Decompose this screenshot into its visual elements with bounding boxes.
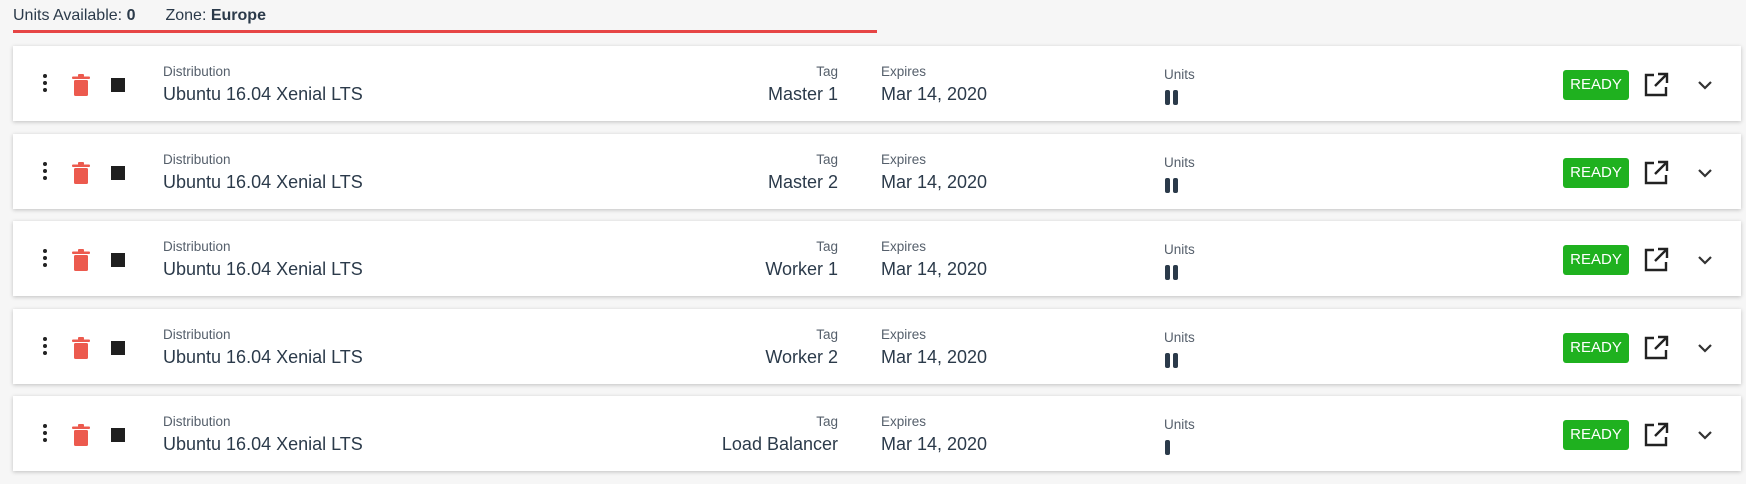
units-indicator: [1165, 440, 1170, 455]
units-available-value: 0: [126, 7, 136, 24]
expires-value: Mar 14, 2020: [881, 171, 988, 192]
distribution-label: Distribution: [163, 414, 231, 429]
tag-value: Master 1: [767, 84, 838, 104]
tag-label: Tag: [816, 414, 838, 429]
zone-value: Europe: [210, 7, 266, 24]
expires-value: Mar 14, 2020: [881, 434, 988, 454]
expires-value: Mar 14, 2020: [881, 259, 988, 279]
units-indicator: [1165, 352, 1178, 368]
tag-value: Load Balancer: [721, 434, 838, 454]
units-indicator: [1165, 90, 1178, 105]
status-badge[interactable]: READY: [1563, 245, 1629, 275]
units-indicator: [1165, 265, 1178, 280]
unit-bar: [1165, 265, 1170, 280]
tag-label: Tag: [816, 239, 838, 254]
units-indicator: [1165, 177, 1178, 193]
kebab-menu-icon[interactable]: [40, 336, 50, 359]
tag-value: Master 2: [767, 171, 838, 192]
units-label: Units: [1164, 67, 1195, 82]
external-link-icon[interactable]: [1643, 247, 1669, 273]
expires-label: Expires: [881, 414, 927, 429]
expires-label: Expires: [881, 151, 927, 167]
expires-label: Expires: [881, 239, 927, 254]
external-link-icon[interactable]: [1643, 335, 1669, 361]
units-label: Units: [1164, 329, 1195, 345]
distribution-value: Ubuntu 16.04 Xenial LTS: [163, 259, 363, 279]
kebab-menu-icon[interactable]: [40, 424, 50, 446]
distribution-label: Distribution: [163, 151, 231, 167]
units-label: Units: [1164, 417, 1195, 432]
instance-row: Distribution Ubuntu 16.04 Xenial LTS Tag…: [13, 396, 1741, 471]
distribution-value: Ubuntu 16.04 Xenial LTS: [163, 84, 363, 104]
chevron-down-icon[interactable]: [1696, 341, 1714, 355]
expires-value: Mar 14, 2020: [881, 84, 988, 104]
zone: Zone: Europe: [165, 7, 266, 25]
kebab-menu-icon[interactable]: [40, 161, 50, 184]
chevron-down-icon[interactable]: [1696, 428, 1714, 442]
distribution-label: Distribution: [163, 64, 231, 79]
distribution-label: Distribution: [163, 326, 231, 342]
trash-icon[interactable]: [70, 248, 92, 272]
unit-bar: [1173, 177, 1178, 193]
stop-icon[interactable]: [111, 428, 125, 442]
unit-bar: [1173, 265, 1178, 280]
tag-label: Tag: [816, 326, 838, 342]
stop-icon[interactable]: [111, 165, 125, 180]
chevron-down-icon[interactable]: [1696, 78, 1714, 92]
units-label: Units: [1164, 242, 1195, 257]
kebab-menu-icon[interactable]: [40, 74, 50, 96]
instance-list: Distribution Ubuntu 16.04 Xenial LTS Tag…: [13, 46, 1741, 484]
distribution-value: Ubuntu 16.04 Xenial LTS: [163, 434, 363, 454]
instance-row: Distribution Ubuntu 16.04 Xenial LTS Tag…: [13, 46, 1741, 121]
distribution-label: Distribution: [163, 239, 231, 254]
chevron-down-icon[interactable]: [1696, 253, 1714, 267]
trash-icon[interactable]: [70, 423, 92, 447]
units-available-label: Units Available:: [13, 7, 123, 24]
trash-icon[interactable]: [70, 336, 92, 360]
units-available: Units Available: 0: [13, 7, 135, 25]
expires-label: Expires: [881, 326, 927, 342]
expires-value: Mar 14, 2020: [881, 346, 988, 367]
distribution-value: Ubuntu 16.04 Xenial LTS: [163, 346, 363, 367]
status-badge[interactable]: READY: [1563, 70, 1629, 100]
kebab-menu-icon[interactable]: [40, 249, 50, 271]
header-bar: Units Available: 0 Zone: Europe: [13, 7, 877, 33]
stop-icon[interactable]: [111, 253, 125, 267]
tag-label: Tag: [816, 64, 838, 79]
instance-row: Distribution Ubuntu 16.04 Xenial LTS Tag…: [13, 308, 1741, 384]
unit-bar: [1173, 352, 1178, 368]
distribution-value: Ubuntu 16.04 Xenial LTS: [163, 171, 363, 192]
unit-bar: [1165, 352, 1170, 368]
tag-label: Tag: [816, 151, 838, 167]
stop-icon[interactable]: [111, 78, 125, 92]
unit-bar: [1165, 177, 1170, 193]
units-label: Units: [1164, 154, 1195, 170]
stop-icon[interactable]: [111, 340, 125, 355]
instance-row: Distribution Ubuntu 16.04 Xenial LTS Tag…: [13, 221, 1741, 296]
trash-icon[interactable]: [70, 73, 92, 97]
chevron-down-icon[interactable]: [1696, 166, 1714, 180]
external-link-icon[interactable]: [1643, 72, 1669, 98]
instance-row: Distribution Ubuntu 16.04 Xenial LTS Tag…: [13, 133, 1741, 209]
expires-label: Expires: [881, 64, 927, 79]
zone-label: Zone:: [165, 7, 207, 24]
status-badge[interactable]: READY: [1563, 157, 1629, 188]
unit-bar: [1173, 90, 1178, 105]
trash-icon[interactable]: [70, 161, 92, 185]
unit-bar: [1165, 440, 1170, 455]
unit-bar: [1165, 90, 1170, 105]
tag-value: Worker 2: [765, 346, 838, 367]
tag-value: Worker 1: [765, 259, 838, 279]
external-link-icon[interactable]: [1643, 422, 1669, 448]
status-badge[interactable]: READY: [1563, 420, 1629, 450]
status-badge[interactable]: READY: [1563, 332, 1629, 363]
external-link-icon[interactable]: [1643, 160, 1669, 186]
